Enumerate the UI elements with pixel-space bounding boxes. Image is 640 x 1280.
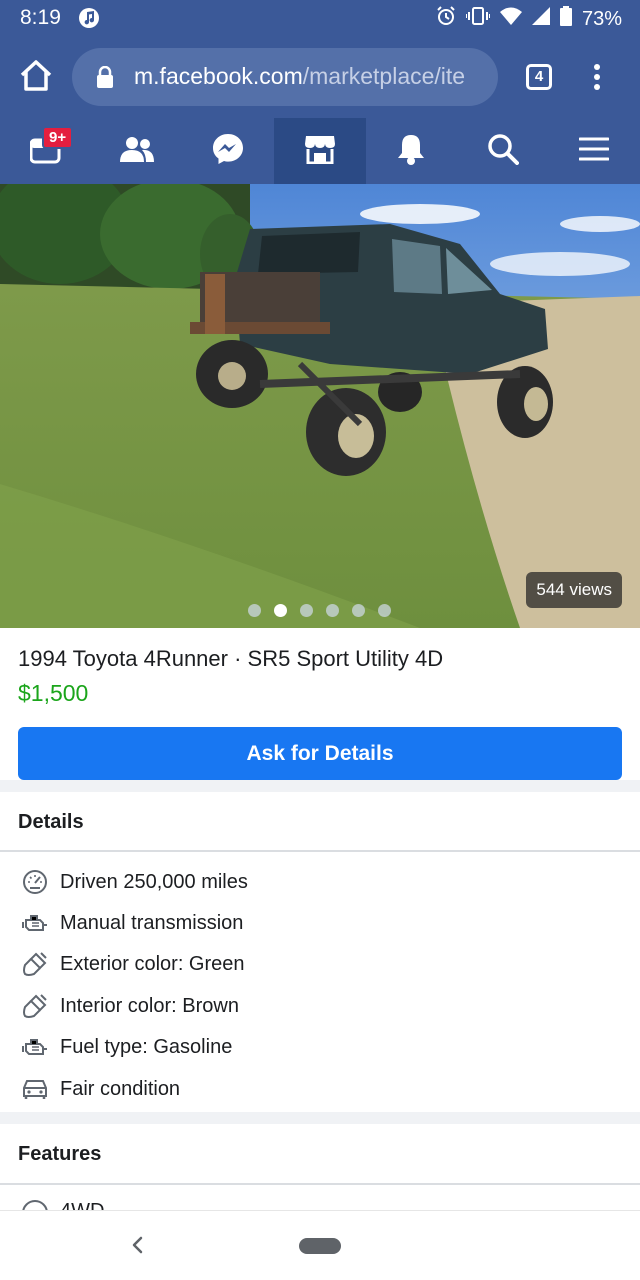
- facebook-nav-bar: 9+: [0, 118, 640, 184]
- detail-text: Fuel type: Gasoline: [60, 1035, 233, 1058]
- listing-title: 1994 Toyota 4Runner · SR5 Sport Utility …: [18, 646, 444, 671]
- hamburger-menu-icon: [578, 136, 610, 167]
- tab-search[interactable]: [457, 118, 548, 184]
- tab-friends[interactable]: [91, 118, 182, 184]
- lock-icon: [96, 65, 114, 93]
- url-bar[interactable]: m.facebook.com/marketplace/ite: [72, 48, 498, 106]
- engine-icon: [22, 910, 48, 936]
- vibrate-icon: [464, 6, 491, 32]
- alarm-icon: [436, 6, 456, 32]
- detail-row-exterior-color: Exterior color: Green: [22, 948, 245, 980]
- status-bar: 8:19 73%: [0, 0, 640, 36]
- tab-notifications[interactable]: [366, 118, 457, 184]
- section-divider: [0, 780, 640, 792]
- music-note-icon: [79, 8, 99, 28]
- tab-messenger[interactable]: [183, 118, 274, 184]
- notification-badge: 9+: [42, 126, 74, 149]
- pager-dot[interactable]: [326, 604, 339, 617]
- photo-pager-dots[interactable]: [248, 604, 391, 617]
- home-gesture-pill[interactable]: [299, 1238, 341, 1254]
- section-divider: [0, 1112, 640, 1124]
- detail-text: Interior color: Brown: [60, 994, 239, 1017]
- ask-for-details-button[interactable]: Ask for Details: [18, 727, 622, 780]
- status-time: 8:19: [20, 6, 61, 29]
- listing-photo[interactable]: 544 views: [0, 184, 640, 628]
- signal-icon: [531, 7, 550, 31]
- detail-row-mileage: Driven 250,000 miles: [22, 866, 248, 898]
- speedometer-icon: [22, 869, 48, 895]
- pager-dot[interactable]: [378, 604, 391, 617]
- back-icon[interactable]: [128, 1233, 146, 1262]
- browser-toolbar: m.facebook.com/marketplace/ite 4: [0, 36, 640, 118]
- detail-text: Driven 250,000 miles: [60, 870, 248, 893]
- features-heading: Features: [18, 1143, 102, 1165]
- marketplace-icon: [304, 134, 336, 169]
- detail-text: Manual transmission: [60, 911, 244, 934]
- detail-row-interior-color: Interior color: Brown: [22, 990, 239, 1022]
- engine-icon: [22, 1034, 48, 1060]
- home-icon[interactable]: [18, 58, 54, 94]
- tab-news-feed[interactable]: 9+: [0, 118, 91, 184]
- paint-brush-icon: [22, 951, 48, 977]
- friends-icon: [120, 136, 155, 167]
- detail-row-condition: Fair condition: [22, 1073, 180, 1105]
- battery-icon: [559, 6, 572, 32]
- detail-row-fuel-type: Fuel type: Gasoline: [22, 1031, 232, 1063]
- status-icons: 73%: [436, 6, 622, 32]
- tab-menu[interactable]: [548, 118, 639, 184]
- messenger-icon: [212, 133, 244, 170]
- truck-photo-illustration: [0, 184, 640, 628]
- url-text: m.facebook.com/marketplace/ite: [134, 63, 465, 90]
- detail-row-transmission: Manual transmission: [22, 907, 243, 939]
- pager-dot[interactable]: [352, 604, 365, 617]
- car-icon: [22, 1076, 48, 1102]
- detail-text: Fair condition: [60, 1077, 181, 1100]
- system-navigation-bar: [0, 1210, 640, 1280]
- tab-marketplace[interactable]: [274, 118, 366, 184]
- url-domain: m.facebook.com: [134, 63, 303, 89]
- search-icon: [487, 133, 519, 170]
- pager-dot[interactable]: [300, 604, 313, 617]
- tab-switcher-button[interactable]: 4: [526, 64, 552, 90]
- pager-dot-active[interactable]: [274, 604, 287, 617]
- listing-price: $1,500: [18, 680, 89, 706]
- pager-dot[interactable]: [248, 604, 261, 617]
- details-heading: Details: [18, 811, 84, 833]
- wifi-icon: [499, 7, 522, 31]
- divider: [0, 850, 640, 852]
- overflow-menu-icon[interactable]: [594, 64, 602, 92]
- battery-percent: 73%: [581, 7, 622, 30]
- detail-text: Exterior color: Green: [60, 952, 245, 975]
- bell-icon: [397, 133, 425, 170]
- views-count-badge: 544 views: [526, 572, 622, 608]
- url-path: /marketplace/ite: [302, 63, 466, 89]
- divider: [0, 1183, 640, 1185]
- paint-brush-icon: [22, 993, 48, 1019]
